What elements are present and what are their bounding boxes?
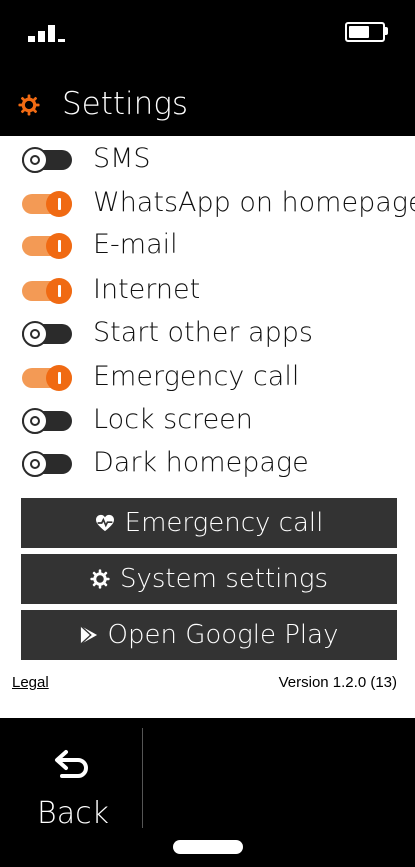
heart-pulse-icon xyxy=(95,514,114,532)
toggle-row-email[interactable]: E-mail xyxy=(0,224,415,268)
lock-screen-toggle[interactable] xyxy=(22,408,72,434)
toggle-label: E-mail xyxy=(93,229,178,260)
emergency-call-button-label: Emergency call xyxy=(124,508,324,538)
sms-toggle[interactable] xyxy=(22,147,72,173)
toggle-row-start-other-apps[interactable]: Start other apps xyxy=(0,312,415,356)
battery-icon xyxy=(345,22,389,42)
email-toggle[interactable] xyxy=(22,233,72,259)
settings-panel: SMS WhatsApp on homepage E-mail Internet… xyxy=(0,136,415,718)
system-settings-button[interactable]: System settings xyxy=(21,554,397,604)
toggle-label: WhatsApp on homepage xyxy=(93,187,415,218)
emergency-call-toggle[interactable] xyxy=(22,365,72,391)
page-title: Settings xyxy=(62,86,189,122)
system-settings-button-label: System settings xyxy=(120,564,328,594)
toggle-label: Emergency call xyxy=(93,361,300,392)
toggle-label: Dark homepage xyxy=(93,447,309,478)
toggle-label: Lock screen xyxy=(93,404,253,435)
open-google-play-button-label: Open Google Play xyxy=(107,620,339,650)
toggle-row-sms[interactable]: SMS xyxy=(0,138,415,182)
internet-toggle[interactable] xyxy=(22,278,72,304)
toggle-row-lock-screen[interactable]: Lock screen xyxy=(0,399,415,443)
settings-gear-icon xyxy=(18,94,40,116)
app-header: Settings xyxy=(0,70,415,136)
home-gesture-pill[interactable] xyxy=(173,840,243,854)
toggle-row-whatsapp[interactable]: WhatsApp on homepage xyxy=(0,182,415,226)
toggle-row-dark-homepage[interactable]: Dark homepage xyxy=(0,442,415,486)
signal-strength-icon xyxy=(28,22,78,42)
toggle-label: SMS xyxy=(93,143,151,174)
open-google-play-button[interactable]: Open Google Play xyxy=(21,610,397,660)
bottom-navigation: Back xyxy=(0,718,415,867)
version-text: Version 1.2.0 (13) xyxy=(278,674,397,691)
back-label: Back xyxy=(37,796,109,831)
whatsapp-homepage-toggle[interactable] xyxy=(22,191,72,217)
gear-icon xyxy=(90,569,110,589)
back-button[interactable]: Back xyxy=(30,748,120,848)
toggle-label: Internet xyxy=(93,274,201,305)
nav-divider xyxy=(142,728,143,828)
toggle-label: Start other apps xyxy=(93,317,313,348)
legal-link[interactable]: Legal xyxy=(12,674,49,691)
status-bar xyxy=(0,0,415,70)
emergency-call-button[interactable]: Emergency call xyxy=(21,498,397,548)
toggle-row-emergency-call[interactable]: Emergency call xyxy=(0,356,415,400)
back-arrow-icon xyxy=(55,750,88,778)
start-other-apps-toggle[interactable] xyxy=(22,321,72,347)
toggle-row-internet[interactable]: Internet xyxy=(0,269,415,313)
play-store-icon xyxy=(79,625,97,645)
dark-homepage-toggle[interactable] xyxy=(22,451,72,477)
